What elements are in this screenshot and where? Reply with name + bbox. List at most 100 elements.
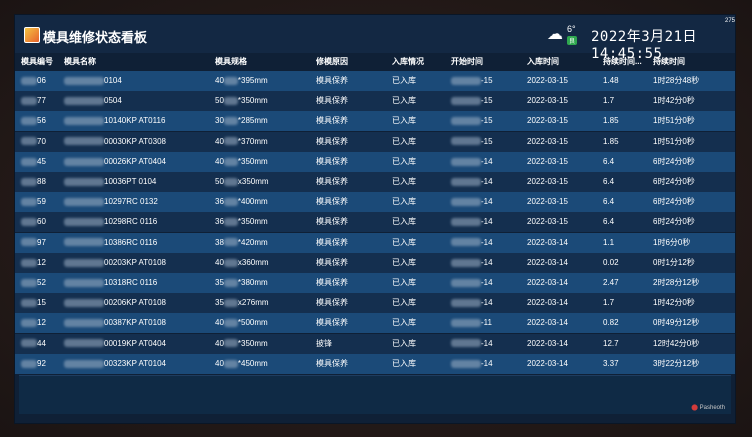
cell-start: -15	[451, 132, 493, 152]
table-row[interactable]: 97 10386RC 0116 38 *420mm 模具保养 已入库 -14 2022-03-…	[15, 232, 735, 253]
cell-id-text: 70	[37, 136, 46, 146]
cell-id: 92	[21, 354, 46, 374]
cell-end: 2022-03-15	[527, 192, 568, 212]
cell-id-text: 52	[37, 278, 46, 287]
table-row[interactable]: 12 00203KP AT0108 40 x360mm 模具保养 已入库 -14 2022-0…	[15, 252, 735, 273]
cell-reason-text: 模具保养	[316, 76, 348, 85]
cell-hours-text: 3.37	[603, 358, 619, 368]
cell-start: -15	[451, 91, 493, 111]
redacted-blur	[64, 177, 104, 186]
table-row[interactable]: 88 10036PT 0104 50 x350mm 模具保养 已入库 -14 2022-03-…	[15, 172, 735, 192]
col-header-duration: 持续时间	[653, 57, 685, 66]
table-row[interactable]: 77 0504 50 *350mm 模具保养 已入库 -15 2022-03-15 1.7 1时4…	[15, 91, 735, 112]
cell-start: -14	[451, 192, 493, 212]
cell-id: 45	[21, 152, 46, 172]
cell-name: 10318RC 0116	[64, 273, 157, 293]
cell-end-text: 2022-03-14	[527, 338, 568, 348]
table-row[interactable]: 44 00019KP AT0404 40 *350mm 披锋 已入库 -14 2022-03-…	[15, 333, 735, 354]
cell-reason-text: 模具保养	[316, 136, 348, 146]
cell-status: 已入库	[392, 132, 416, 152]
cell-hours: 0.82	[603, 313, 619, 333]
redacted-blur	[21, 299, 37, 308]
cell-hours: 1.85	[603, 111, 619, 131]
cell-spec: 50 *350mm	[215, 91, 268, 111]
cell-spec: 40 *370mm	[215, 132, 268, 152]
cell-id-text: 44	[37, 338, 46, 348]
cell-end: 2022-03-15	[527, 132, 568, 152]
cell-start: -15	[451, 111, 493, 131]
cell-hours-text: 6.4	[603, 197, 615, 207]
cell-id: 59	[21, 192, 46, 212]
cell-spec-suffix: *420mm	[237, 237, 268, 247]
cell-name-text: 10297RC 0132	[104, 197, 158, 207]
redacted-blur	[64, 258, 104, 267]
table-row[interactable]: 12 00387KP AT0108 40 *500mm 模具保养 已入库 -11 2022-0…	[15, 313, 735, 334]
cell-status: 已入库	[392, 152, 416, 172]
table-row[interactable]: 15 00206KP AT0108 35 x276mm 模具保养 已入库 -14 2022-0…	[15, 293, 735, 314]
cell-spec-prefix: 40	[215, 156, 224, 166]
col-header-reason: 修模原因	[316, 57, 348, 66]
cell-hours: 6.4	[603, 152, 614, 172]
cell-id: 06	[21, 71, 46, 91]
redacted-blur	[64, 97, 104, 106]
app-logo-icon	[24, 27, 40, 43]
table-row[interactable]: 45 00026KP AT0404 40 *350mm 模具保养 已入库 -14 2022-0…	[15, 151, 735, 172]
cell-status-text: 已入库	[392, 257, 416, 267]
cell-hours: 1.48	[603, 71, 619, 91]
cell-status-text: 已入库	[392, 237, 416, 247]
cell-end-text: 2022-03-15	[527, 96, 568, 106]
cell-spec-prefix: 40	[215, 76, 224, 85]
redacted-blur	[451, 157, 481, 166]
table-row[interactable]: 52 10318RC 0116 35 *380mm 模具保养 已入库 -14 2022-03-…	[15, 273, 735, 293]
cell-reason: 模具保养	[316, 273, 348, 293]
table-row[interactable]: 06 0104 40 *395mm 模具保养 已入库 -15 2022-03-15 1.48 1时…	[15, 71, 735, 91]
cell-status-text: 已入库	[392, 156, 416, 166]
cell-status-text: 已入库	[392, 197, 416, 207]
cell-start-text: -14	[481, 257, 493, 267]
cell-id: 12	[21, 313, 46, 333]
cell-duration-text: 6时24分0秒	[653, 217, 695, 227]
cell-spec-suffix: *450mm	[237, 358, 268, 368]
cell-name: 10036PT 0104	[64, 172, 156, 192]
cell-end-text: 2022-03-14	[527, 237, 568, 247]
cell-spec-prefix: 40	[215, 358, 224, 368]
cell-duration: 6时24分0秒	[653, 152, 695, 172]
cell-name: 00206KP AT0108	[64, 293, 166, 313]
redacted-blur	[64, 198, 104, 207]
cell-duration: 1时28分48秒	[653, 71, 699, 91]
cell-start: -14	[451, 172, 493, 192]
table-row[interactable]: 60 10298RC 0116 36 *350mm 模具保养 已入库 -14 2022-03-…	[15, 212, 735, 233]
cell-reason: 模具保养	[316, 354, 348, 374]
cell-hours-text: 0.82	[603, 318, 619, 328]
cell-duration-text: 0时49分12秒	[653, 318, 700, 328]
col-header-status: 入库情况	[392, 57, 424, 66]
cell-reason-text: 模具保养	[316, 298, 348, 308]
cell-status-text: 已入库	[392, 278, 416, 287]
redacted-blur	[451, 299, 481, 308]
cell-start-text: -15	[481, 76, 493, 85]
cell-id: 60	[21, 212, 46, 232]
table-row[interactable]: 92 00323KP AT0104 40 *450mm 模具保养 已入库 -14 2022-0…	[15, 353, 735, 374]
cell-start-text: -15	[481, 116, 493, 126]
cell-id-text: 59	[37, 197, 46, 207]
cell-reason: 模具保养	[316, 233, 348, 253]
table-row[interactable]: 70 00030KP AT0308 40 *370mm 模具保养 已入库 -15 2022-0…	[15, 131, 735, 152]
redacted-blur	[451, 137, 481, 146]
cell-start-text: -14	[481, 177, 493, 186]
redacted-blur	[21, 97, 37, 106]
redacted-blur	[451, 117, 481, 126]
cell-id-text: 77	[37, 96, 46, 106]
cell-id-text: 12	[37, 318, 46, 328]
cell-hours-text: 1.85	[603, 136, 619, 146]
cell-start: -14	[451, 233, 493, 253]
cell-name: 10140KP AT0116	[64, 111, 165, 131]
redacted-blur	[451, 278, 481, 287]
cell-hours-text: 1.7	[603, 96, 615, 106]
cell-start: -14	[451, 354, 493, 374]
cell-spec-prefix: 50	[215, 177, 224, 186]
table-row[interactable]: 56 10140KP AT0116 30 *285mm 模具保养 已入库 -15 2022-0…	[15, 111, 735, 132]
redacted-blur	[223, 359, 238, 368]
redacted-blur	[64, 319, 104, 328]
cell-hours-text: 1.1	[603, 237, 615, 247]
table-row[interactable]: 59 10297RC 0132 36 *400mm 模具保养 已入库 -14 2022-03-…	[15, 192, 735, 213]
